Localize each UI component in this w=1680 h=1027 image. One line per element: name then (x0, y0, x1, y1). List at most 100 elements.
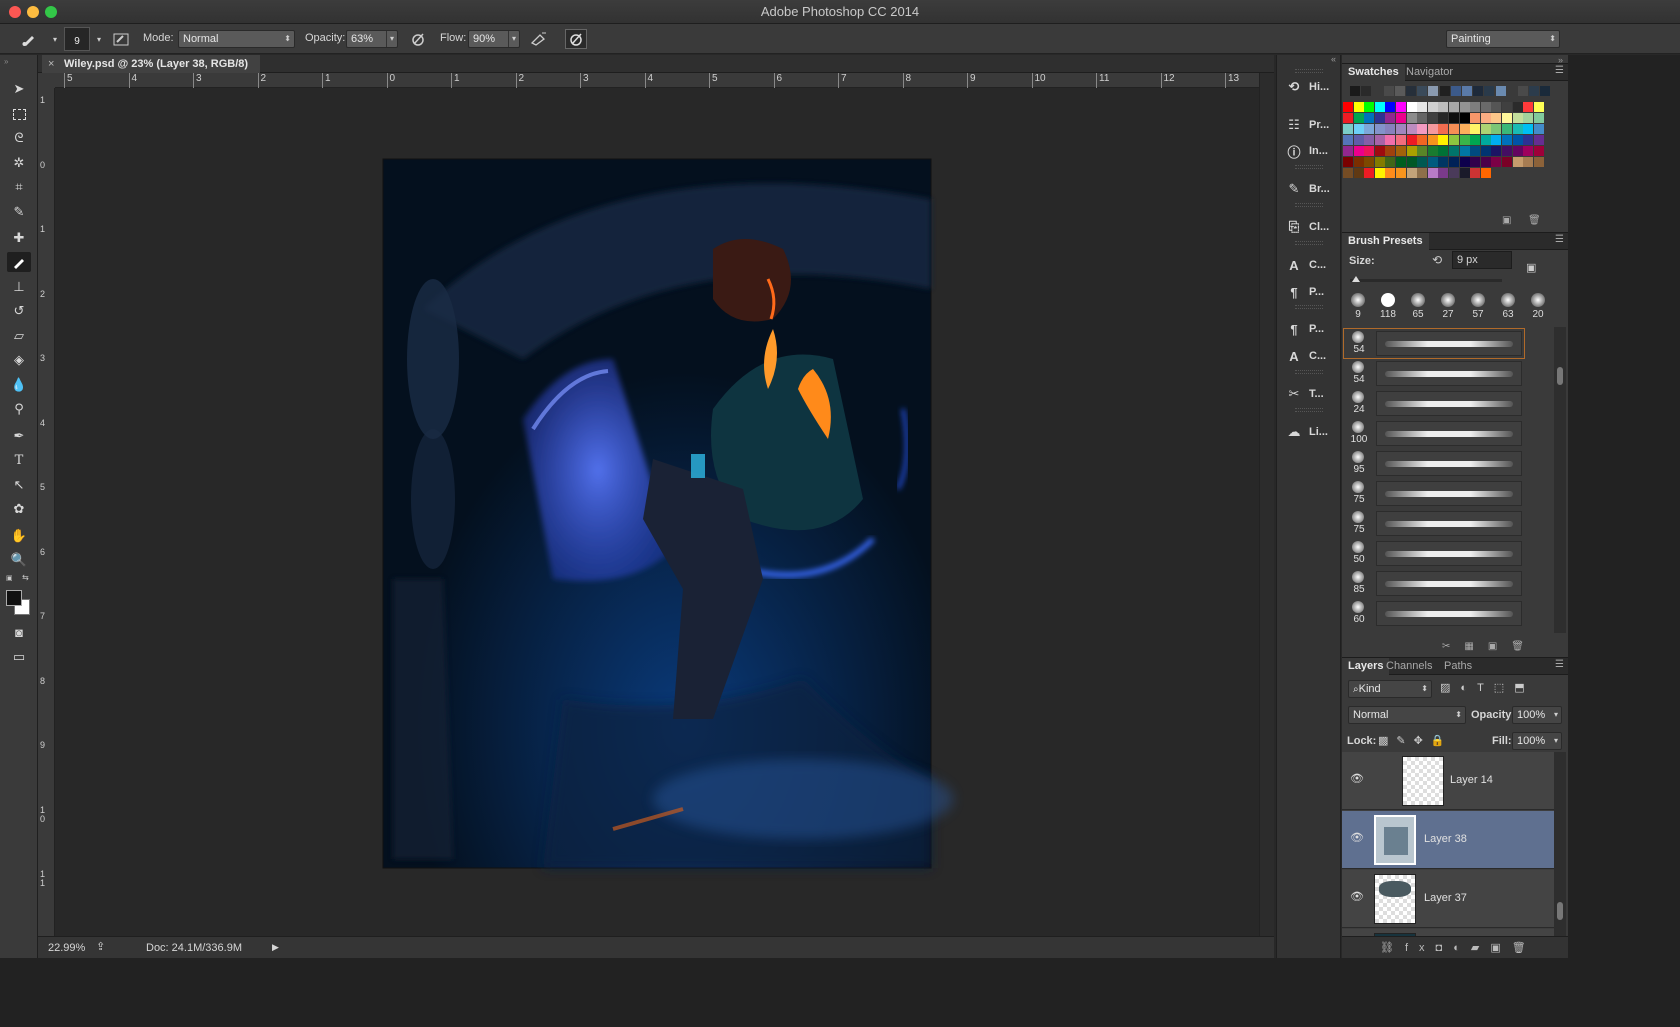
swatch[interactable] (1417, 146, 1428, 156)
tab-navigator[interactable]: Navigator (1400, 64, 1459, 81)
canvas-area[interactable] (55, 88, 1259, 936)
swatch[interactable] (1459, 102, 1470, 112)
brush-size-slider[interactable] (1350, 276, 1502, 282)
brush-tip[interactable]: 118 (1373, 293, 1403, 320)
swatch[interactable] (1470, 168, 1481, 178)
filter-smart-object-icon[interactable]: ⬒ (1514, 682, 1534, 694)
swatch[interactable] (1491, 157, 1502, 167)
swatch[interactable] (1374, 157, 1385, 167)
layer-row-14[interactable]: 👁 Layer 14 (1342, 752, 1554, 810)
swatch[interactable] (1512, 124, 1523, 134)
brush-preset-item[interactable]: 85 (1344, 569, 1524, 598)
swatch[interactable] (1449, 135, 1459, 145)
add-mask-icon[interactable]: ◘ (1436, 942, 1454, 954)
eye-icon[interactable]: 👁 (1350, 831, 1364, 844)
brush-preset-picker[interactable]: 9 (64, 27, 90, 51)
brush-preset-item[interactable]: 54 (1343, 328, 1525, 359)
swatch[interactable] (1428, 86, 1439, 96)
swatch[interactable] (1518, 86, 1528, 96)
canvas-vertical-scrollbar[interactable] (1259, 73, 1274, 936)
new-brush-icon[interactable]: ▣ (1488, 641, 1511, 652)
panel-group-grip[interactable] (1295, 370, 1323, 374)
filter-adjustment-icon[interactable]: ◐ (1460, 682, 1477, 694)
swatch[interactable] (1353, 146, 1364, 156)
brush-list-scrollbar[interactable] (1554, 327, 1566, 633)
swatch[interactable] (1406, 168, 1417, 178)
toggle-brush-panel-icon[interactable]: ✂ (1442, 641, 1464, 652)
swatch[interactable] (1523, 135, 1534, 145)
swatch[interactable] (1374, 146, 1385, 156)
swatch[interactable] (1480, 135, 1491, 145)
panel-group-grip[interactable] (1295, 165, 1323, 169)
swatch[interactable] (1462, 86, 1472, 96)
swatch[interactable] (1364, 124, 1375, 134)
panel-group-grip[interactable] (1295, 241, 1323, 245)
swatch[interactable] (1512, 102, 1523, 112)
tab-channels[interactable]: Channels (1380, 658, 1438, 675)
filter-pixel-icon[interactable]: ▨ (1440, 682, 1460, 694)
swatch[interactable] (1427, 168, 1438, 178)
toggle-brush-panel-button[interactable] (110, 29, 132, 49)
swatch[interactable] (1459, 157, 1470, 167)
brush-preset-item[interactable]: 75 (1344, 479, 1524, 508)
swatch[interactable] (1459, 168, 1470, 178)
tab-brush-presets[interactable]: Brush Presets (1342, 233, 1429, 250)
swatch[interactable] (1502, 102, 1512, 112)
swatch[interactable] (1502, 124, 1512, 134)
panel-button-paragraph-styles[interactable]: ¶ P... (1283, 317, 1337, 341)
swatch[interactable] (1353, 113, 1364, 123)
swatch[interactable] (1470, 157, 1481, 167)
panel-button-character[interactable]: A C... (1283, 253, 1337, 277)
layer-thumbnail[interactable] (1374, 874, 1416, 924)
swatch[interactable] (1396, 102, 1406, 112)
lock-position-icon[interactable]: ✥ (1414, 735, 1431, 747)
brush-tip[interactable]: 57 (1463, 293, 1493, 320)
swatch[interactable] (1512, 157, 1523, 167)
swatch[interactable] (1540, 86, 1551, 96)
swatch[interactable] (1417, 135, 1428, 145)
swatch[interactable] (1438, 157, 1449, 167)
swatch[interactable] (1427, 102, 1438, 112)
filter-type-icon[interactable]: T (1477, 682, 1494, 694)
swatch[interactable] (1439, 86, 1450, 96)
swatch[interactable] (1343, 135, 1353, 145)
swatch[interactable] (1350, 86, 1360, 96)
flow-field[interactable]: 90% ▾ (468, 30, 520, 48)
panel-button-character-styles[interactable]: A C... (1283, 344, 1337, 368)
swatch[interactable] (1396, 157, 1406, 167)
magic-wand-tool-icon[interactable]: ✲ (7, 153, 31, 173)
swatch[interactable] (1506, 86, 1517, 96)
tool-preset-arrow[interactable]: ▾ (44, 29, 66, 49)
custom-shape-tool-icon[interactable]: ✿ (7, 499, 31, 519)
swatch[interactable] (1470, 135, 1481, 145)
swatch[interactable] (1427, 124, 1438, 134)
swatch[interactable] (1374, 102, 1385, 112)
swatch[interactable] (1364, 146, 1375, 156)
scroll-thumb[interactable] (1557, 367, 1563, 385)
swatch[interactable] (1473, 86, 1484, 96)
swatch[interactable] (1438, 124, 1449, 134)
layer-thumbnail[interactable] (1374, 815, 1416, 865)
swatch[interactable] (1450, 86, 1461, 96)
layer-row-38[interactable]: 👁 Layer 38 (1342, 811, 1554, 869)
swatch[interactable] (1361, 86, 1372, 96)
swatch[interactable] (1353, 124, 1364, 134)
swatch[interactable] (1523, 113, 1534, 123)
flow-label[interactable]: Flow: (440, 32, 466, 44)
panel-group-grip[interactable] (1295, 305, 1323, 309)
opacity-label[interactable]: Opacity: (305, 32, 345, 44)
swatch[interactable] (1459, 146, 1470, 156)
swatch[interactable] (1385, 146, 1396, 156)
layer-opacity-label[interactable]: Opacity: (1471, 709, 1515, 721)
swatch[interactable] (1396, 135, 1406, 145)
swatch[interactable] (1533, 113, 1544, 123)
swatch[interactable] (1480, 113, 1491, 123)
history-brush-tool-icon[interactable]: ↺ (7, 301, 31, 321)
swatch[interactable] (1449, 157, 1459, 167)
swatch[interactable] (1533, 146, 1544, 156)
swatch[interactable] (1480, 146, 1491, 156)
pen-tool-icon[interactable]: ✒ (7, 426, 31, 446)
swatch[interactable] (1343, 168, 1353, 178)
panel-button-properties[interactable]: ☷ Pr... (1283, 113, 1337, 137)
swatch[interactable] (1343, 124, 1353, 134)
